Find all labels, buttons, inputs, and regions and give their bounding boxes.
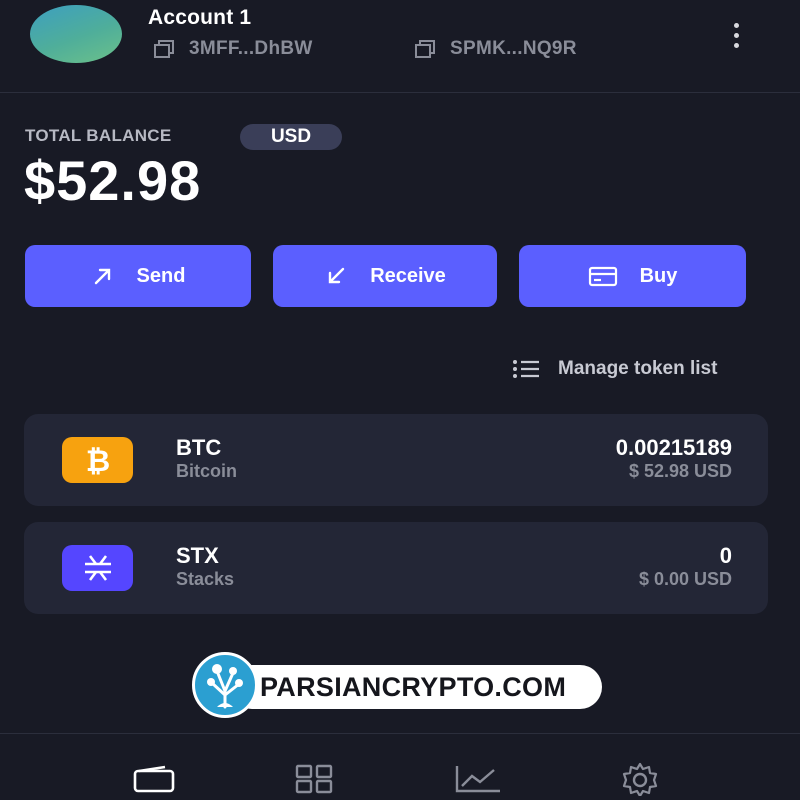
bitcoin-symbol-icon: ₿: [85, 444, 109, 477]
account-name[interactable]: Account 1: [148, 6, 251, 30]
apps-grid-icon: [295, 764, 333, 794]
more-dot-icon: [733, 42, 739, 48]
manage-token-list-link[interactable]: Manage token list: [512, 356, 717, 382]
wallet-icon: [133, 765, 175, 793]
credit-card-icon: [588, 266, 617, 287]
settings-gear-icon: [622, 762, 658, 796]
manage-token-list-label: Manage token list: [558, 358, 718, 379]
activity-chart-icon: [455, 766, 500, 793]
stx-address-copy[interactable]: SPMK...NQ9R: [414, 38, 577, 60]
receive-label: Receive: [370, 264, 446, 287]
more-dot-icon: [733, 22, 739, 28]
copy-icon: [415, 40, 435, 58]
total-balance-amount: $52.98: [24, 149, 202, 212]
token-row-stx[interactable]: STX Stacks 0 $ 0.00 USD: [24, 522, 768, 614]
nav-wallet[interactable]: [130, 762, 178, 796]
copy-icon: [154, 40, 174, 58]
bitcoin-icon: ₿: [62, 437, 133, 483]
watermark-text: PARSIANCRYPTO.COM: [230, 665, 602, 709]
token-row-btc[interactable]: ₿ BTC Bitcoin 0.00215189 $ 52.98 USD: [24, 414, 768, 506]
account-avatar[interactable]: [30, 5, 122, 63]
tree-logo-icon: [207, 664, 243, 709]
stx-address-text: SPMK...NQ9R: [450, 38, 577, 59]
total-balance-label: TOTAL BALANCE: [25, 126, 172, 145]
list-icon: [513, 360, 539, 378]
send-label: Send: [136, 264, 186, 287]
nav-activity[interactable]: [454, 762, 502, 796]
svg-text:₿: ₿: [85, 444, 109, 477]
buy-label: Buy: [639, 264, 678, 287]
bottom-nav: [0, 733, 800, 800]
receive-button[interactable]: Receive: [273, 245, 497, 307]
currency-badge[interactable]: USD: [240, 124, 342, 150]
stacks-icon: [62, 545, 133, 591]
token-symbol: BTC: [176, 435, 222, 460]
account-header: Account 1 3MFF...DhBW SPMK...NQ9R: [0, 0, 800, 93]
arrow-up-right-icon: [94, 268, 110, 285]
more-options-button[interactable]: [722, 18, 750, 52]
btc-address-copy[interactable]: 3MFF...DhBW: [153, 38, 313, 60]
watermark: PARSIANCRYPTO.COM: [192, 652, 602, 718]
token-name: Bitcoin: [176, 461, 237, 481]
send-button[interactable]: Send: [25, 245, 251, 307]
watermark-logo: [192, 652, 258, 718]
token-fiat-value: $ 0.00 USD: [638, 569, 732, 589]
token-fiat-value: $ 52.98 USD: [628, 461, 732, 481]
token-amount: 0.00215189: [615, 435, 732, 460]
nav-settings[interactable]: [616, 762, 664, 796]
token-symbol: STX: [176, 543, 219, 568]
more-dot-icon: [733, 32, 739, 38]
nav-apps[interactable]: [290, 762, 338, 796]
token-amount: 0: [719, 543, 732, 568]
buy-button[interactable]: Buy: [519, 245, 746, 307]
stacks-symbol-icon: [84, 555, 111, 581]
btc-address-text: 3MFF...DhBW: [189, 38, 313, 59]
arrow-down-left-icon: [328, 267, 345, 284]
token-name: Stacks: [176, 569, 235, 589]
